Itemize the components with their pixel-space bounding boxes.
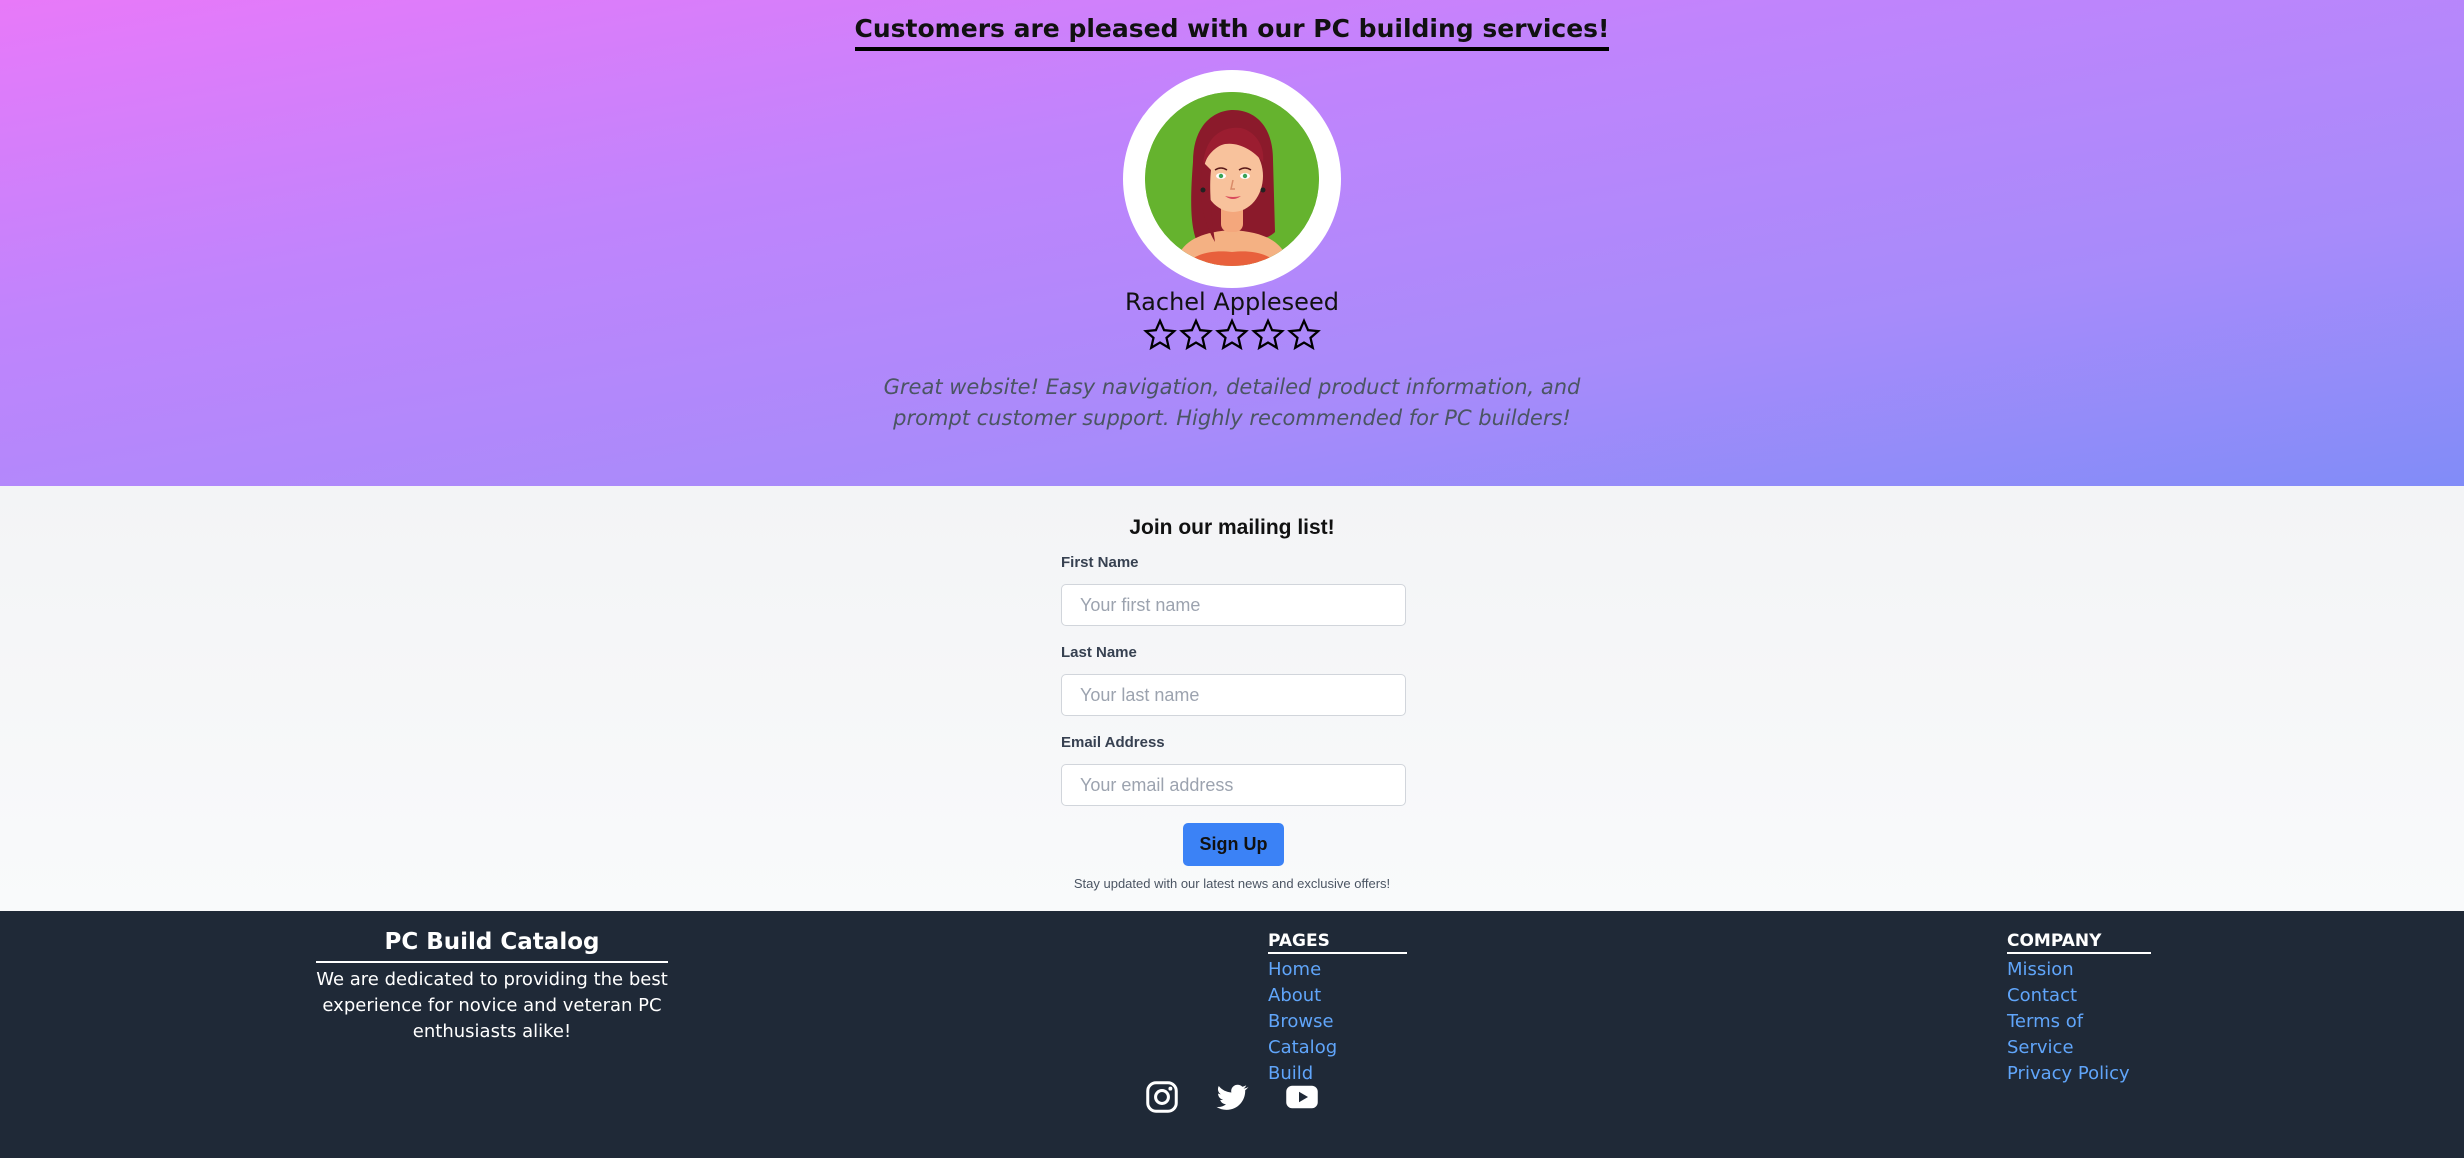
- brand-desc-line: We are dedicated to providing the best: [316, 969, 668, 990]
- mailing-list-section: Join our mailing list! First Name Last N…: [0, 486, 2464, 911]
- footer: PC Build Catalog We are dedicated to pro…: [0, 911, 2464, 1158]
- sign-up-button[interactable]: Sign Up: [1183, 823, 1284, 866]
- company-heading: COMPANY: [2007, 931, 2151, 954]
- brand-description: We are dedicated to providing the best e…: [316, 967, 668, 1045]
- first-name-label: First Name: [1061, 554, 1139, 571]
- review-line: Great website! Easy navigation, detailed…: [883, 375, 1581, 399]
- star-empty-icon: [1215, 318, 1249, 351]
- last-name-label: Last Name: [1061, 644, 1137, 661]
- star-empty-icon: [1143, 318, 1177, 351]
- pages-links: PAGES Home About Browse Catalog Build: [1268, 931, 1407, 1087]
- brand-desc-line: enthusiasts alike!: [412, 1021, 572, 1042]
- brand-name: PC Build Catalog: [316, 929, 668, 963]
- reviewer-name: Rachel Appleseed: [1125, 288, 1339, 316]
- footer-link-contact[interactable]: Contact: [2007, 983, 2151, 1009]
- testimonial-section: Customers are pleased with our PC buildi…: [0, 0, 2464, 486]
- testimonial-title: Customers are pleased with our PC buildi…: [0, 14, 2464, 51]
- rating-stars: [0, 318, 2464, 352]
- footer-link-home[interactable]: Home: [1268, 957, 1407, 983]
- avatar: [1145, 92, 1319, 266]
- footer-link-browse-catalog[interactable]: Browse Catalog: [1268, 1009, 1407, 1061]
- woman-avatar-illustration: [1145, 92, 1319, 266]
- twitter-icon[interactable]: [1214, 1079, 1250, 1115]
- youtube-icon[interactable]: [1284, 1079, 1320, 1115]
- testimonial-title-text: Customers are pleased with our PC buildi…: [854, 14, 1610, 51]
- footer-link-about[interactable]: About: [1268, 983, 1407, 1009]
- brand-desc-line: experience for novice and veteran PC: [322, 995, 662, 1016]
- footer-link-mission[interactable]: Mission: [2007, 957, 2151, 983]
- social-links: [0, 1079, 2464, 1115]
- email-label: Email Address: [1061, 734, 1165, 751]
- star-empty-icon: [1287, 318, 1321, 351]
- star-empty-icon: [1251, 318, 1285, 351]
- mailing-note: Stay updated with our latest news and ex…: [1073, 876, 1391, 891]
- company-links: COMPANY Mission Contact Terms of Service…: [2007, 931, 2151, 1087]
- pages-heading: PAGES: [1268, 931, 1407, 954]
- email-input[interactable]: [1061, 764, 1406, 806]
- footer-brand: PC Build Catalog We are dedicated to pro…: [316, 929, 668, 1045]
- instagram-icon[interactable]: [1144, 1079, 1180, 1115]
- mailing-list-title: Join our mailing list!: [1129, 516, 1335, 539]
- first-name-input[interactable]: [1061, 584, 1406, 626]
- review-line: prompt customer support. Highly recommen…: [893, 406, 1571, 430]
- footer-link-terms-of-service[interactable]: Terms of Service: [2007, 1009, 2151, 1061]
- review-text: Great website! Easy navigation, detailed…: [0, 372, 2464, 434]
- avatar-ring: [1123, 70, 1341, 288]
- last-name-input[interactable]: [1061, 674, 1406, 716]
- star-empty-icon: [1179, 318, 1213, 351]
